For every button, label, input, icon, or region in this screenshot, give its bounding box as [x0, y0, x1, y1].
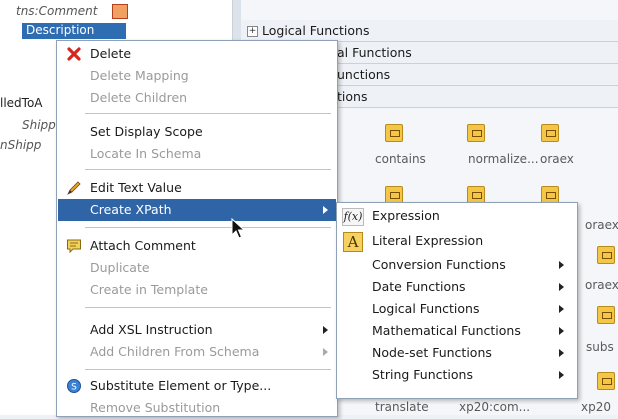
- menu-item-label: Delete Children: [90, 90, 188, 105]
- menu-item-attach-comment[interactable]: Attach Comment: [58, 235, 336, 257]
- submenu-item-label: Node-set Functions: [372, 345, 492, 360]
- menu-separator: [85, 113, 331, 114]
- palette-item-label: oraex: [540, 152, 574, 166]
- menu-item-label: Add XSL Instruction: [90, 322, 213, 337]
- tree-node-shipp[interactable]: Shipp: [22, 118, 56, 132]
- function-icon[interactable]: [597, 372, 615, 390]
- submenu-arrow-icon: [323, 206, 328, 214]
- palette-section-label: unctions: [337, 67, 391, 82]
- menu-item-label: Create in Template: [90, 282, 208, 297]
- oraext-function-icon[interactable]: [541, 124, 559, 142]
- menu-item-delete[interactable]: Delete: [58, 43, 336, 65]
- pencil-icon: [67, 181, 81, 195]
- palette-item-label: normalize...: [468, 152, 539, 166]
- menu-item-label: Edit Text Value: [90, 180, 182, 195]
- palette-item-label: oraex: [585, 278, 618, 292]
- submenu-item-label: Expression: [372, 208, 440, 223]
- submenu-arrow-icon: [559, 305, 564, 313]
- submenu-arrow-icon: [559, 371, 564, 379]
- literal-a-icon: A: [343, 232, 363, 252]
- menu-separator: [85, 169, 331, 170]
- menu-item-remove-substitution: Remove Substitution: [58, 397, 336, 419]
- palette-item-label: contains: [375, 152, 426, 166]
- menu-separator: [85, 307, 331, 308]
- palette-item-label: subs: [586, 340, 614, 354]
- menu-item-label: Delete Mapping: [90, 68, 189, 83]
- submenu-item-label: String Functions: [372, 367, 473, 382]
- submenu-item-string-functions[interactable]: String Functions: [338, 364, 576, 386]
- menu-item-label: Set Display Scope: [90, 124, 203, 139]
- palette-item-label: xp20: [581, 400, 611, 414]
- menu-item-substitute-element[interactable]: S Substitute Element or Type...: [58, 375, 336, 397]
- menu-separator: [85, 369, 331, 370]
- mouse-pointer-icon: [231, 218, 245, 239]
- menu-item-create-in-template: Create in Template: [58, 279, 336, 301]
- menu-item-label: Remove Substitution: [90, 400, 221, 415]
- submenu-item-label: Conversion Functions: [372, 257, 506, 272]
- comment-icon: [67, 239, 81, 254]
- tree-node-description-selected[interactable]: Description: [22, 23, 126, 39]
- submenu-arrow-icon: [559, 349, 564, 357]
- substitute-icon: S: [67, 379, 81, 393]
- menu-item-create-xpath[interactable]: Create XPath: [58, 199, 336, 221]
- menu-item-set-display-scope[interactable]: Set Display Scope: [58, 121, 336, 143]
- menu-item-add-children-from-schema: Add Children From Schema: [58, 341, 336, 363]
- menu-item-edit-text-value[interactable]: Edit Text Value: [58, 177, 336, 199]
- menu-item-delete-mapping: Delete Mapping: [58, 65, 336, 87]
- menu-item-label: Create XPath: [90, 202, 172, 217]
- normalize-function-icon[interactable]: [467, 124, 485, 142]
- menu-item-delete-children: Delete Children: [58, 87, 336, 109]
- menu-item-locate-in-schema: Locate In Schema: [58, 143, 336, 165]
- tree-node-calledto[interactable]: lledToA: [0, 96, 43, 110]
- submenu-arrow-icon: [559, 327, 564, 335]
- submenu-item-mathematical-functions[interactable]: Mathematical Functions: [338, 320, 576, 342]
- palette-section-label: tions: [337, 89, 368, 104]
- palette-item-label: translate: [375, 400, 429, 414]
- submenu-arrow-icon: [559, 261, 564, 269]
- submenu-item-logical-functions[interactable]: Logical Functions: [338, 298, 576, 320]
- submenu-item-conversion-functions[interactable]: Conversion Functions: [338, 254, 576, 276]
- menu-item-duplicate: Duplicate: [58, 257, 336, 279]
- menu-item-label: Delete: [90, 46, 132, 61]
- submenu-item-label: Logical Functions: [372, 301, 480, 316]
- submenu-item-label: Date Functions: [372, 279, 466, 294]
- error-badge-icon: [112, 4, 128, 19]
- delete-x-icon: [67, 47, 81, 61]
- palette-item-label: xp20:com...: [459, 400, 531, 414]
- submenu-item-node-set-functions[interactable]: Node-set Functions: [338, 342, 576, 364]
- submenu-arrow-icon: [559, 283, 564, 291]
- expand-plus-icon[interactable]: +: [247, 26, 258, 37]
- fx-icon: f(x): [342, 208, 364, 226]
- menu-separator: [85, 227, 331, 228]
- create-xpath-submenu: f(x) Expression A Literal Expression Con…: [336, 202, 578, 399]
- menu-item-label: Duplicate: [90, 260, 150, 275]
- palette-section-label: Logical Functions: [262, 23, 370, 38]
- submenu-item-label: Mathematical Functions: [372, 323, 521, 338]
- submenu-arrow-icon: [323, 348, 328, 356]
- tree-node-nshipp[interactable]: nShipp: [0, 138, 41, 152]
- menu-item-label: Locate In Schema: [90, 146, 202, 161]
- function-icon[interactable]: [597, 306, 615, 324]
- contains-function-icon[interactable]: [385, 124, 403, 142]
- submenu-arrow-icon: [323, 326, 328, 334]
- submenu-item-label: Literal Expression: [372, 233, 484, 248]
- palette-item-label: oraex: [585, 218, 618, 232]
- menu-item-add-xsl-instruction[interactable]: Add XSL Instruction: [58, 319, 336, 341]
- submenu-item-date-functions[interactable]: Date Functions: [338, 276, 576, 298]
- submenu-item-literal-expression[interactable]: A Literal Expression: [338, 230, 576, 252]
- function-icon[interactable]: [597, 246, 615, 264]
- context-menu: Delete Delete Mapping Delete Children Se…: [56, 40, 338, 417]
- submenu-item-expression[interactable]: f(x) Expression: [338, 205, 576, 227]
- menu-item-label: Attach Comment: [90, 238, 196, 253]
- tree-node-comment[interactable]: tns:Comment: [16, 4, 97, 18]
- palette-section-label: al Functions: [337, 45, 412, 60]
- menu-item-label: Substitute Element or Type...: [90, 378, 272, 393]
- svg-text:S: S: [71, 383, 77, 393]
- palette-section-logical[interactable]: + Logical Functions: [241, 20, 618, 42]
- menu-item-label: Add Children From Schema: [90, 344, 260, 359]
